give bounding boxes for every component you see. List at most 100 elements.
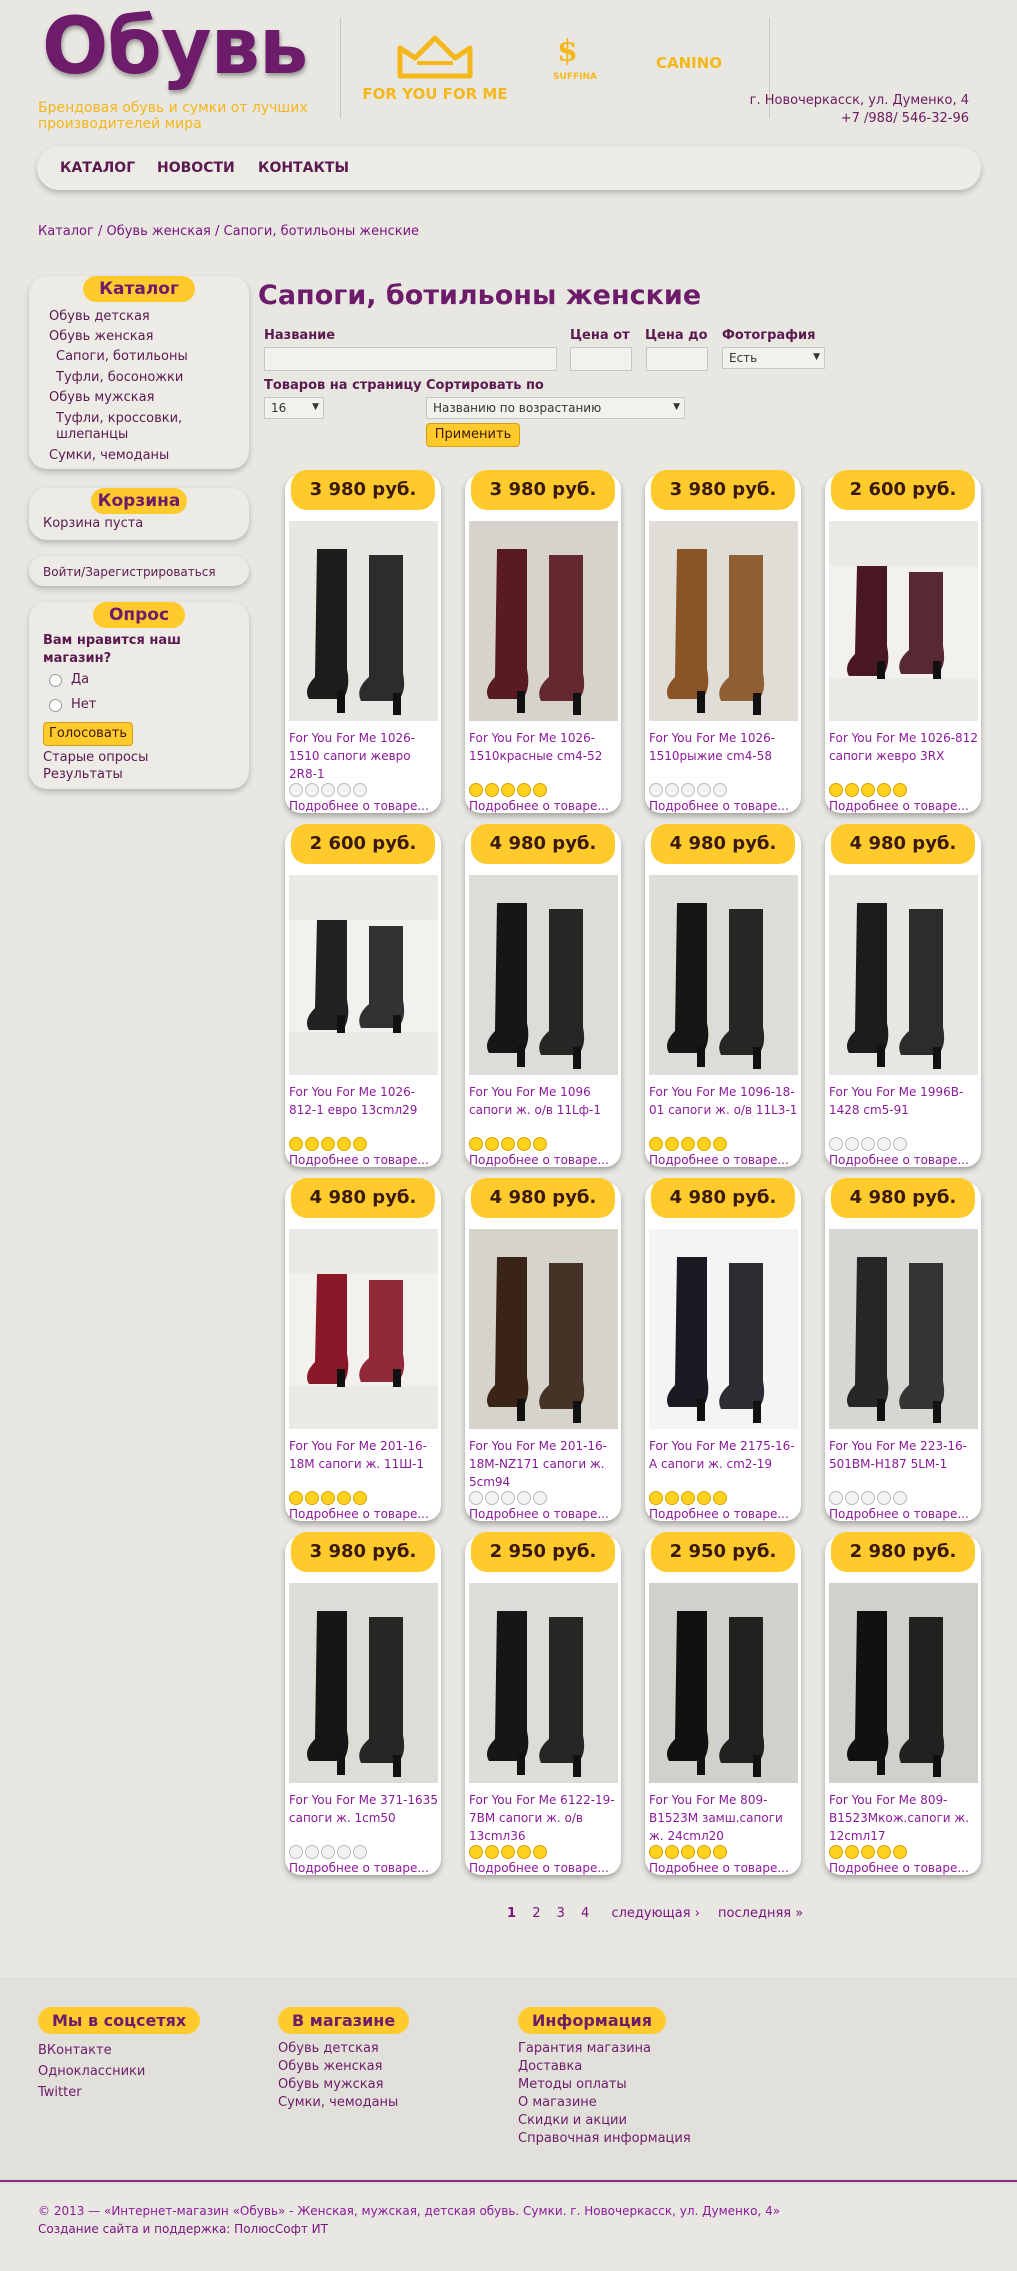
star-icon[interactable]	[893, 1845, 907, 1859]
product-rating[interactable]	[649, 1491, 729, 1505]
star-icon[interactable]	[321, 1137, 335, 1151]
star-icon[interactable]	[289, 1137, 303, 1151]
page-last-link[interactable]: последняя »	[718, 1906, 803, 1921]
product-card[interactable]: 4 980 руб. For You For Me 1096-18-01 сап…	[645, 824, 801, 1167]
product-card[interactable]: 3 980 руб. For You For Me 371-1635 сапог…	[285, 1532, 441, 1875]
credits-link[interactable]: Создание сайта и поддержка: ПолюсСофт ИТ	[38, 2222, 328, 2236]
product-image[interactable]	[829, 875, 978, 1075]
product-rating[interactable]	[469, 1137, 549, 1151]
breadcrumb-catalog[interactable]: Каталог	[38, 224, 94, 239]
star-icon[interactable]	[517, 1491, 531, 1505]
product-more-link[interactable]: Подробнее о товаре...	[829, 799, 978, 813]
star-icon[interactable]	[697, 1491, 711, 1505]
sidebar-item-sneakers[interactable]: Туфли, кроссовки, шлепанцы	[56, 411, 226, 443]
product-image[interactable]	[649, 875, 798, 1075]
footer-link-twitter[interactable]: Twitter	[38, 2082, 200, 2103]
star-icon[interactable]	[501, 1845, 515, 1859]
sidebar-item-kids[interactable]: Обувь детская	[49, 309, 150, 325]
poll-option-yes-radio[interactable]	[49, 674, 62, 687]
sidebar-item-boots[interactable]: Сапоги, ботильоны	[56, 349, 188, 365]
product-name-link[interactable]: For You For Me 201-16-18M-NZ171 сапоги ж…	[469, 1437, 618, 1491]
sidebar-item-bags[interactable]: Сумки, чемоданы	[49, 448, 169, 464]
page-link-4[interactable]: 4	[581, 1906, 589, 1921]
filter-price-to-input[interactable]	[646, 347, 708, 371]
star-icon[interactable]	[665, 1491, 679, 1505]
footer-link-delivery[interactable]: Доставка	[518, 2058, 691, 2076]
star-icon[interactable]	[337, 1845, 351, 1859]
product-image[interactable]	[289, 1583, 438, 1783]
product-card[interactable]: 4 980 руб. For You For Me 2175-16-A сапо…	[645, 1178, 801, 1521]
star-icon[interactable]	[877, 783, 891, 797]
star-icon[interactable]	[649, 1491, 663, 1505]
star-icon[interactable]	[501, 1137, 515, 1151]
star-icon[interactable]	[845, 1491, 859, 1505]
product-more-link[interactable]: Подробнее о товаре...	[649, 1507, 798, 1521]
product-card[interactable]: 3 980 руб. For You For Me 1026-1510 сапо…	[285, 470, 441, 813]
star-icon[interactable]	[321, 1845, 335, 1859]
product-more-link[interactable]: Подробнее о товаре...	[469, 1861, 618, 1875]
star-icon[interactable]	[485, 1137, 499, 1151]
product-name-link[interactable]: For You For Me 371-1635 сапоги ж. 1cm50	[289, 1791, 438, 1827]
star-icon[interactable]	[533, 1491, 547, 1505]
product-more-link[interactable]: Подробнее о товаре...	[829, 1153, 978, 1167]
star-icon[interactable]	[877, 1137, 891, 1151]
star-icon[interactable]	[353, 1491, 367, 1505]
sidebar-item-men[interactable]: Обувь мужская	[49, 390, 154, 406]
site-logo[interactable]: Обувь	[42, 2, 308, 92]
product-image[interactable]	[289, 875, 438, 1075]
breadcrumb-women[interactable]: Обувь женская	[106, 224, 210, 239]
product-image[interactable]	[469, 1583, 618, 1783]
product-more-link[interactable]: Подробнее о товаре...	[649, 799, 798, 813]
star-icon[interactable]	[533, 1845, 547, 1859]
sort-select[interactable]: Названию по возрастанию ▼	[426, 397, 685, 419]
product-more-link[interactable]: Подробнее о товаре...	[649, 1153, 798, 1167]
product-name-link[interactable]: For You For Me 809-B1523Mкож.сапоги ж. 1…	[829, 1791, 978, 1845]
product-more-link[interactable]: Подробнее о товаре...	[469, 799, 618, 813]
product-rating[interactable]	[289, 1491, 369, 1505]
star-icon[interactable]	[829, 1845, 843, 1859]
star-icon[interactable]	[829, 1137, 843, 1151]
star-icon[interactable]	[893, 783, 907, 797]
product-more-link[interactable]: Подробнее о товаре...	[289, 1507, 438, 1521]
footer-link-kids[interactable]: Обувь детская	[278, 2040, 409, 2058]
product-image[interactable]	[289, 521, 438, 721]
footer-link-ok[interactable]: Одноклассники	[38, 2061, 200, 2082]
product-rating[interactable]	[649, 783, 729, 797]
star-icon[interactable]	[845, 1845, 859, 1859]
product-more-link[interactable]: Подробнее о товаре...	[289, 799, 438, 813]
star-icon[interactable]	[665, 1137, 679, 1151]
page-link-2[interactable]: 2	[532, 1906, 540, 1921]
star-icon[interactable]	[681, 1845, 695, 1859]
page-link-3[interactable]: 3	[557, 1906, 565, 1921]
product-more-link[interactable]: Подробнее о товаре...	[289, 1861, 438, 1875]
product-more-link[interactable]: Подробнее о товаре...	[469, 1507, 618, 1521]
footer-link-discounts[interactable]: Скидки и акции	[518, 2112, 691, 2130]
star-icon[interactable]	[469, 783, 483, 797]
star-icon[interactable]	[829, 1491, 843, 1505]
star-icon[interactable]	[517, 783, 531, 797]
product-name-link[interactable]: For You For Me 223-16-501BM-H187 5LM-1	[829, 1437, 978, 1473]
star-icon[interactable]	[353, 1845, 367, 1859]
product-card[interactable]: 4 980 руб. For You For Me 1996B-1428 cm5…	[825, 824, 981, 1167]
product-rating[interactable]	[649, 1137, 729, 1151]
footer-link-vk[interactable]: ВКонтакте	[38, 2040, 200, 2061]
star-icon[interactable]	[353, 783, 367, 797]
star-icon[interactable]	[877, 1491, 891, 1505]
star-icon[interactable]	[829, 783, 843, 797]
product-rating[interactable]	[289, 1845, 369, 1859]
product-name-link[interactable]: For You For Me 1026-812 сапоги жевро 3RX	[829, 729, 978, 765]
product-name-link[interactable]: For You For Me 1026-1510рыжие cm4-58	[649, 729, 798, 765]
filter-photo-select[interactable]: Есть ▼	[722, 347, 825, 369]
star-icon[interactable]	[861, 1137, 875, 1151]
star-icon[interactable]	[665, 1845, 679, 1859]
star-icon[interactable]	[321, 1491, 335, 1505]
product-image[interactable]	[829, 1583, 978, 1783]
product-card[interactable]: 4 980 руб. For You For Me 201-16-18M сап…	[285, 1178, 441, 1521]
star-icon[interactable]	[845, 1137, 859, 1151]
footer-link-help[interactable]: Справочная информация	[518, 2130, 691, 2148]
star-icon[interactable]	[713, 1137, 727, 1151]
product-image[interactable]	[289, 1229, 438, 1429]
star-icon[interactable]	[485, 1491, 499, 1505]
star-icon[interactable]	[861, 1845, 875, 1859]
product-rating[interactable]	[469, 1491, 549, 1505]
